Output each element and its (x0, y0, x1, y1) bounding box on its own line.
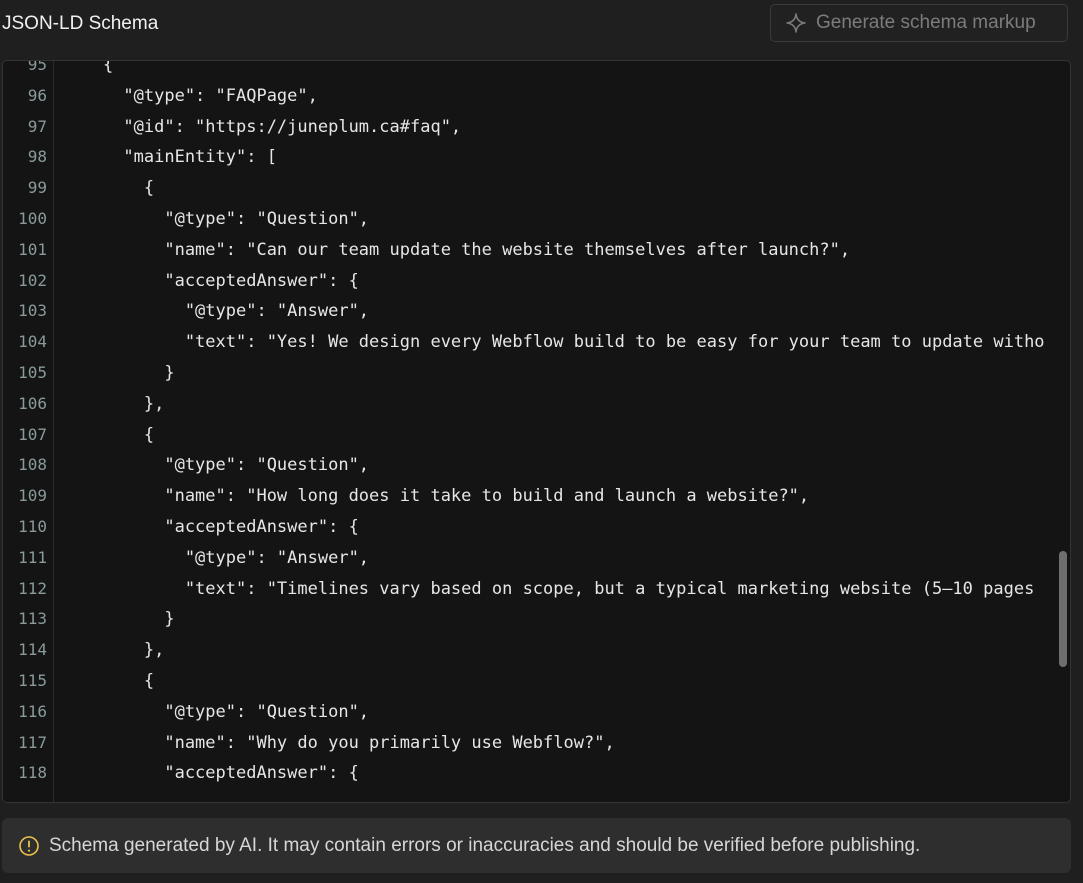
line-number: 108 (18, 455, 47, 475)
line-number: 102 (18, 270, 47, 290)
line-number: 111 (18, 547, 47, 567)
ai-disclaimer-notice: Schema generated by AI. It may contain e… (2, 818, 1071, 873)
panel-title: JSON-LD Schema (2, 13, 159, 34)
code-line: 108 "@type": "Question", (3, 450, 1070, 481)
line-code: "@type": "Question", (62, 208, 370, 229)
code-line: 103 "@type": "Answer", (3, 296, 1070, 327)
code-line: 116 "@type": "Question", (3, 697, 1070, 728)
line-code: "text": "Yes! We design every Webflow bu… (62, 332, 1045, 353)
code-line: 96 "@type": "FAQPage", (3, 81, 1070, 112)
line-number: 97 (27, 116, 47, 136)
code-line: 105 } (3, 358, 1070, 389)
line-code: } (62, 609, 175, 630)
generate-schema-label: Generate schema markup (816, 12, 1036, 33)
line-number: 98 (27, 147, 47, 167)
generate-schema-button[interactable]: Generate schema markup (770, 4, 1068, 42)
code-line: 99 { (3, 173, 1070, 204)
line-code: }, (62, 640, 165, 661)
code-line: 100 "@type": "Question", (3, 204, 1070, 235)
line-number: 95 (27, 60, 47, 74)
code-line: 118 "acceptedAnswer": { (3, 758, 1070, 789)
line-number: 118 (18, 763, 47, 783)
line-code: "@id": "https://juneplum.ca#faq", (62, 116, 462, 137)
line-number: 114 (18, 640, 47, 660)
warning-circle-icon (18, 835, 40, 857)
vertical-scrollbar[interactable] (1059, 551, 1067, 667)
code-line: 112 "text": "Timelines vary based on sco… (3, 574, 1070, 605)
line-number: 103 (18, 301, 47, 321)
line-code: "acceptedAnswer": { (62, 270, 359, 291)
line-number: 113 (18, 609, 47, 629)
line-code: "name": "How long does it take to build … (62, 486, 810, 507)
code-lines: 95 {96 "@type": "FAQPage", 97 "@id": "htt… (3, 60, 1070, 789)
line-code: "acceptedAnswer": { (62, 516, 359, 537)
line-number: 104 (18, 332, 47, 352)
code-line: 107 { (3, 420, 1070, 451)
line-code: { (62, 60, 114, 75)
line-number: 110 (18, 516, 47, 536)
line-number: 99 (27, 178, 47, 198)
code-line: 101 "name": "Can our team update the web… (3, 235, 1070, 266)
line-number: 116 (18, 701, 47, 721)
line-code: "@type": "FAQPage", (62, 85, 318, 106)
line-code: "mainEntity": [ (62, 147, 277, 168)
line-code: } (62, 362, 175, 383)
line-code: "name": "Why do you primarily use Webflo… (62, 732, 615, 753)
line-code: }, (62, 393, 165, 414)
line-code: { (62, 424, 155, 445)
code-line: 98 "mainEntity": [ (3, 142, 1070, 173)
line-code: { (62, 178, 155, 199)
line-code: "@type": "Question", (62, 455, 370, 476)
code-line: 111 "@type": "Answer", (3, 543, 1070, 574)
line-number: 96 (27, 85, 47, 105)
code-line: 95 { (3, 60, 1070, 81)
json-ld-schema-panel: JSON-LD Schema Generate schema markup 95… (0, 0, 1083, 883)
code-line: 110 "acceptedAnswer": { (3, 512, 1070, 543)
line-code: "@type": "Answer", (62, 301, 370, 322)
line-number: 109 (18, 486, 47, 506)
line-number: 115 (18, 670, 47, 690)
code-line: 106 }, (3, 389, 1070, 420)
line-code: "name": "Can our team update the website… (62, 239, 851, 260)
line-number: 107 (18, 424, 47, 444)
code-line: 109 "name": "How long does it take to bu… (3, 481, 1070, 512)
line-code: { (62, 670, 155, 691)
code-line: 117 "name": "Why do you primarily use We… (3, 728, 1070, 759)
line-code: "acceptedAnswer": { (62, 763, 359, 784)
code-line: 115 { (3, 666, 1070, 697)
line-number: 106 (18, 393, 47, 413)
code-line: 102 "acceptedAnswer": { (3, 266, 1070, 297)
line-number: 105 (18, 362, 47, 382)
code-line: 97 "@id": "https://juneplum.ca#faq", (3, 112, 1070, 143)
code-line: 113 } (3, 604, 1070, 635)
code-line: 104 "text": "Yes! We design every Webflo… (3, 327, 1070, 358)
line-number: 112 (18, 578, 47, 598)
ai-disclaimer-text: Schema generated by AI. It may contain e… (49, 834, 921, 856)
code-line: 114 }, (3, 635, 1070, 666)
line-code: "@type": "Answer", (62, 547, 370, 568)
code-editor[interactable]: 95 {96 "@type": "FAQPage", 97 "@id": "htt… (2, 60, 1071, 803)
line-number: 101 (18, 239, 47, 259)
line-code: "@type": "Question", (62, 701, 370, 722)
line-number: 117 (18, 732, 47, 752)
line-number: 100 (18, 208, 47, 228)
line-code: "text": "Timelines vary based on scope, … (62, 578, 1035, 599)
sparkle-icon (785, 12, 807, 34)
